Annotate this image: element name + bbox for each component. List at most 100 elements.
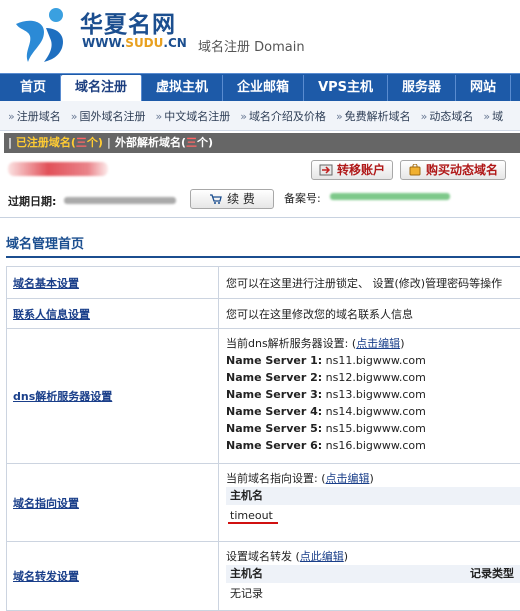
- nav-item-domain[interactable]: 域名注册: [61, 75, 143, 101]
- ns-label: Name Server 1:: [226, 354, 323, 367]
- contact-settings-link[interactable]: 联系人信息设置: [13, 306, 90, 322]
- pointing-intro-text: 当前域名指向设置: (: [226, 472, 326, 485]
- tab-external-suffix: 个): [196, 136, 214, 149]
- row-dns-settings: dns解析服务器设置 当前dns解析服务器设置: (点击编辑) Name Ser…: [7, 329, 520, 464]
- nav-item-server[interactable]: 服务器: [388, 75, 457, 101]
- expiry-date-redacted: [64, 197, 176, 204]
- ns-value: ns13.bigwww.com: [325, 388, 426, 401]
- tab-registered-suffix: 个): [86, 136, 103, 149]
- buy-dynamic-domain-button[interactable]: 购买动态域名: [400, 160, 507, 180]
- ns-label: Name Server 4:: [226, 405, 323, 418]
- tab-external-domains[interactable]: 外部解析域名(三个): [115, 136, 213, 149]
- basic-settings-desc: 您可以在这里进行注册锁定、 设置(修改)管理密码等操作: [226, 277, 503, 290]
- ns-value: ns14.bigwww.com: [325, 405, 426, 418]
- nav-item-vps[interactable]: VPS主机: [304, 75, 389, 101]
- nav-item-home[interactable]: 首页: [6, 75, 62, 101]
- site-header: 华夏名网 WWW.SUDU.CN 域名注册 Domain: [0, 0, 520, 70]
- dns-settings-link[interactable]: dns解析服务器设置: [13, 388, 112, 404]
- title-underline: [6, 256, 520, 258]
- divider: [0, 217, 520, 218]
- dns-intro-text: 当前dns解析服务器设置: (: [226, 337, 357, 350]
- logo-url: WWW.SUDU.CN: [82, 36, 187, 50]
- row-label-cell: 域名指向设置: [7, 464, 219, 541]
- row-contact-settings: 联系人信息设置 您可以在这里修改您的域名联系人信息: [7, 299, 520, 329]
- tab-registered-label: 已注册域名(: [15, 136, 76, 149]
- ns-value: ns16.bigwww.com: [325, 439, 426, 452]
- col-record-type-header: 记录类型: [470, 567, 514, 580]
- site-subtitle: 域名注册 Domain: [198, 40, 305, 55]
- tab-external-label: 外部解析域名(: [114, 136, 186, 149]
- ns-value: ns12.bigwww.com: [325, 371, 426, 384]
- subnav-dynamic-domain[interactable]: 动态域名: [421, 108, 473, 124]
- forward-empty: 无记录: [230, 587, 263, 600]
- forward-header-row: 主机名 记录类型: [226, 565, 520, 583]
- nav-item-website[interactable]: 网站: [456, 75, 512, 101]
- pointing-settings-link[interactable]: 域名指向设置: [13, 495, 79, 511]
- pointing-edit-link[interactable]: 点击编辑: [326, 472, 370, 485]
- subnav-register-domain[interactable]: 注册域名: [8, 108, 61, 124]
- logo-icon[interactable]: [10, 6, 70, 64]
- row-pointing-settings: 域名指向设置 当前域名指向设置: (点击编辑) 主机名 timeout: [7, 464, 520, 542]
- forward-intro-close: ): [343, 550, 349, 563]
- renew-label: 续 费: [227, 192, 255, 206]
- pointing-record: timeout: [226, 505, 520, 527]
- nav-item-hosting[interactable]: 虚拟主机: [142, 75, 224, 101]
- beian-label: 备案号:: [284, 192, 321, 205]
- subnav-domain-prices[interactable]: 域名介绍及价格: [240, 108, 326, 124]
- col-host-header: 主机名: [230, 489, 263, 502]
- forward-edit-link[interactable]: 点此编辑: [300, 550, 344, 563]
- ns-value: ns15.bigwww.com: [325, 422, 426, 435]
- ns-label: Name Server 2:: [226, 371, 323, 384]
- subnav-foreign-domain[interactable]: 国外域名注册: [71, 108, 145, 124]
- ns-label: Name Server 5:: [226, 422, 323, 435]
- sub-nav: 注册域名 国外域名注册 中文域名注册 域名介绍及价格 免费解析域名 动态域名 域: [0, 101, 520, 131]
- row-label-cell: 域名基本设置: [7, 267, 219, 298]
- buy-dynamic-domain-label: 购买动态域名: [426, 163, 499, 177]
- logo-url-suffix: .CN: [163, 36, 187, 50]
- basic-settings-link[interactable]: 域名基本设置: [13, 275, 79, 291]
- logo-url-brand: SUDU: [125, 36, 164, 50]
- subnav-more[interactable]: 域: [483, 108, 503, 124]
- ns-label: Name Server 3:: [226, 388, 323, 401]
- ns-label: Name Server 6:: [226, 439, 323, 452]
- red-underline-mark: [228, 522, 278, 524]
- name-server-2: Name Server 2: ns12.bigwww.com: [226, 369, 520, 386]
- subnav-free-dns[interactable]: 免费解析域名: [336, 108, 411, 124]
- dns-intro-close: ): [400, 337, 405, 350]
- transfer-account-label: 转移账户: [337, 163, 386, 177]
- name-server-1: Name Server 1: ns11.bigwww.com: [226, 352, 520, 369]
- row-basic-settings: 域名基本设置 您可以在这里进行注册锁定、 设置(修改)管理密码等操作: [7, 267, 520, 299]
- shopping-bag-icon: [409, 164, 421, 176]
- pointing-settings-content: 当前域名指向设置: (点击编辑) 主机名 timeout: [219, 464, 520, 541]
- tab-registered-count: 三: [75, 136, 87, 149]
- pointing-intro: 当前域名指向设置: (点击编辑): [226, 470, 520, 487]
- beian-number-redacted: [330, 193, 450, 200]
- tab-external-count: 三: [185, 136, 197, 149]
- forward-intro: 设置域名转发 (点此编辑): [226, 548, 520, 565]
- management-table: 域名基本设置 您可以在这里进行注册锁定、 设置(修改)管理密码等操作 联系人信息…: [6, 266, 520, 611]
- transfer-account-button[interactable]: 转移账户: [311, 160, 394, 180]
- name-server-6: Name Server 6: ns16.bigwww.com: [226, 437, 520, 454]
- domain-tab-bar: | 已注册域名(三个) | 外部解析域名(三个): [4, 133, 520, 153]
- name-server-4: Name Server 4: ns14.bigwww.com: [226, 403, 520, 420]
- renew-button[interactable]: 续 费: [190, 189, 274, 209]
- logo-text: 华夏名网: [80, 12, 176, 38]
- cart-icon: [210, 194, 222, 204]
- tab-registered-domains[interactable]: 已注册域名(三个): [16, 136, 103, 149]
- forward-settings-content: 设置域名转发 (点此编辑) 主机名 记录类型 无记录: [219, 542, 520, 610]
- pointing-host-value: timeout: [230, 509, 273, 522]
- subnav-chinese-domain[interactable]: 中文域名注册: [155, 108, 230, 124]
- pointing-header-row: 主机名: [226, 487, 520, 505]
- main-nav: 首页 域名注册 虚拟主机 企业邮箱 VPS主机 服务器 网站: [0, 73, 520, 101]
- name-server-3: Name Server 3: ns13.bigwww.com: [226, 386, 520, 403]
- nav-item-email[interactable]: 企业邮箱: [223, 75, 305, 101]
- row-label-cell: 联系人信息设置: [7, 299, 219, 328]
- col-host-header: 主机名: [230, 567, 263, 580]
- ns-value: ns11.bigwww.com: [325, 354, 426, 367]
- dns-edit-link[interactable]: 点击编辑: [356, 337, 400, 350]
- forward-settings-link[interactable]: 域名转发设置: [13, 568, 79, 584]
- transfer-icon: [319, 164, 333, 176]
- row-label-cell: dns解析服务器设置: [7, 329, 219, 463]
- name-server-5: Name Server 5: ns15.bigwww.com: [226, 420, 520, 437]
- pointing-intro-close: ): [369, 472, 374, 485]
